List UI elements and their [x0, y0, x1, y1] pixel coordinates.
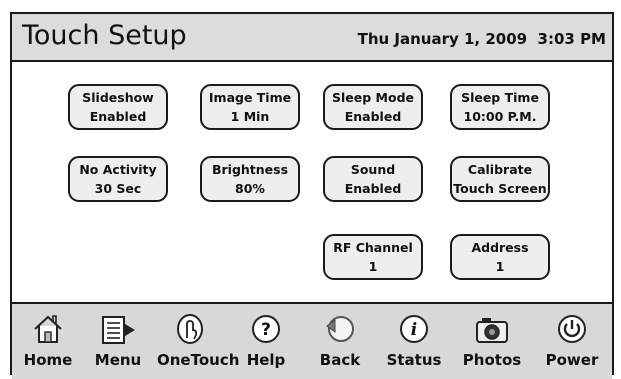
- button-title: Slideshow: [82, 90, 154, 105]
- back-icon: [326, 316, 354, 342]
- button-value: Enabled: [344, 109, 402, 124]
- nav-home[interactable]: Home: [15, 308, 81, 378]
- nav-status[interactable]: i Status: [381, 308, 447, 378]
- button-title: Address: [471, 240, 529, 255]
- nav-power-label: Power: [545, 351, 599, 369]
- help-icon: ?: [252, 315, 280, 343]
- button-value: 30 Sec: [94, 181, 142, 196]
- svg-text:?: ?: [261, 320, 271, 340]
- calibrate-touch-screen-button[interactable]: Calibrate Touch Screen: [450, 156, 550, 202]
- brightness-button[interactable]: Brightness 80%: [200, 156, 300, 202]
- bottom-nav-bar: Home Menu OneTouch ? Help Back i Status …: [12, 302, 612, 379]
- sound-button[interactable]: Sound Enabled: [323, 156, 423, 202]
- sleep-time-button[interactable]: Sleep Time 10:00 P.M.: [450, 84, 550, 130]
- button-value: 80%: [235, 181, 265, 196]
- button-value: 1: [495, 259, 505, 274]
- nav-menu-label: Menu: [94, 351, 142, 369]
- button-value: Enabled: [344, 181, 402, 196]
- svg-text:i: i: [411, 320, 417, 340]
- sleep-mode-button[interactable]: Sleep Mode Enabled: [323, 84, 423, 130]
- button-title: Sleep Mode: [332, 90, 414, 105]
- nav-photos[interactable]: Photos: [459, 308, 525, 378]
- camera-icon: [476, 318, 508, 343]
- button-title: Brightness: [211, 162, 289, 177]
- nav-help[interactable]: ? Help: [233, 308, 299, 378]
- page-title: Touch Setup: [22, 20, 187, 51]
- nav-onetouch-label: OneTouch: [157, 351, 240, 369]
- nav-back-label: Back: [319, 351, 361, 369]
- no-activity-button[interactable]: No Activity 30 Sec: [68, 156, 168, 202]
- button-title: Calibrate: [467, 162, 533, 177]
- button-value: 10:00 P.M.: [463, 109, 537, 124]
- button-value: Enabled: [89, 109, 147, 124]
- button-value: 1 Min: [230, 109, 270, 124]
- button-value: 1: [368, 259, 378, 274]
- menu-icon: [102, 316, 135, 344]
- slideshow-button[interactable]: Slideshow Enabled: [68, 84, 168, 130]
- image-time-button[interactable]: Image Time 1 Min: [200, 84, 300, 130]
- nav-photos-label: Photos: [462, 351, 522, 369]
- button-title: No Activity: [79, 162, 157, 177]
- button-title: Sleep Time: [461, 90, 539, 105]
- nav-status-label: Status: [386, 351, 442, 369]
- button-title: RF Channel: [333, 240, 413, 255]
- nav-back[interactable]: Back: [307, 308, 373, 378]
- button-title: Sound: [350, 162, 396, 177]
- button-value: Touch Screen: [453, 181, 547, 196]
- touch-setup-screen: Touch Setup Thu January 1, 2009 3:03 PM …: [10, 12, 614, 379]
- nav-help-label: Help: [246, 351, 286, 369]
- home-icon: [34, 315, 62, 343]
- info-icon: i: [400, 315, 428, 343]
- touch-icon: [177, 314, 203, 344]
- button-title: Image Time: [208, 90, 292, 105]
- header-bar: Touch Setup Thu January 1, 2009 3:03 PM: [12, 14, 612, 62]
- nav-onetouch[interactable]: OneTouch: [157, 308, 240, 378]
- nav-menu[interactable]: Menu: [85, 308, 151, 378]
- power-icon: [558, 315, 586, 343]
- address-button[interactable]: Address 1: [450, 234, 550, 280]
- rf-channel-button[interactable]: RF Channel 1: [323, 234, 423, 280]
- nav-power[interactable]: Power: [539, 308, 605, 378]
- nav-home-label: Home: [23, 351, 73, 369]
- date-time-display: Thu January 1, 2009 3:03 PM: [357, 30, 606, 48]
